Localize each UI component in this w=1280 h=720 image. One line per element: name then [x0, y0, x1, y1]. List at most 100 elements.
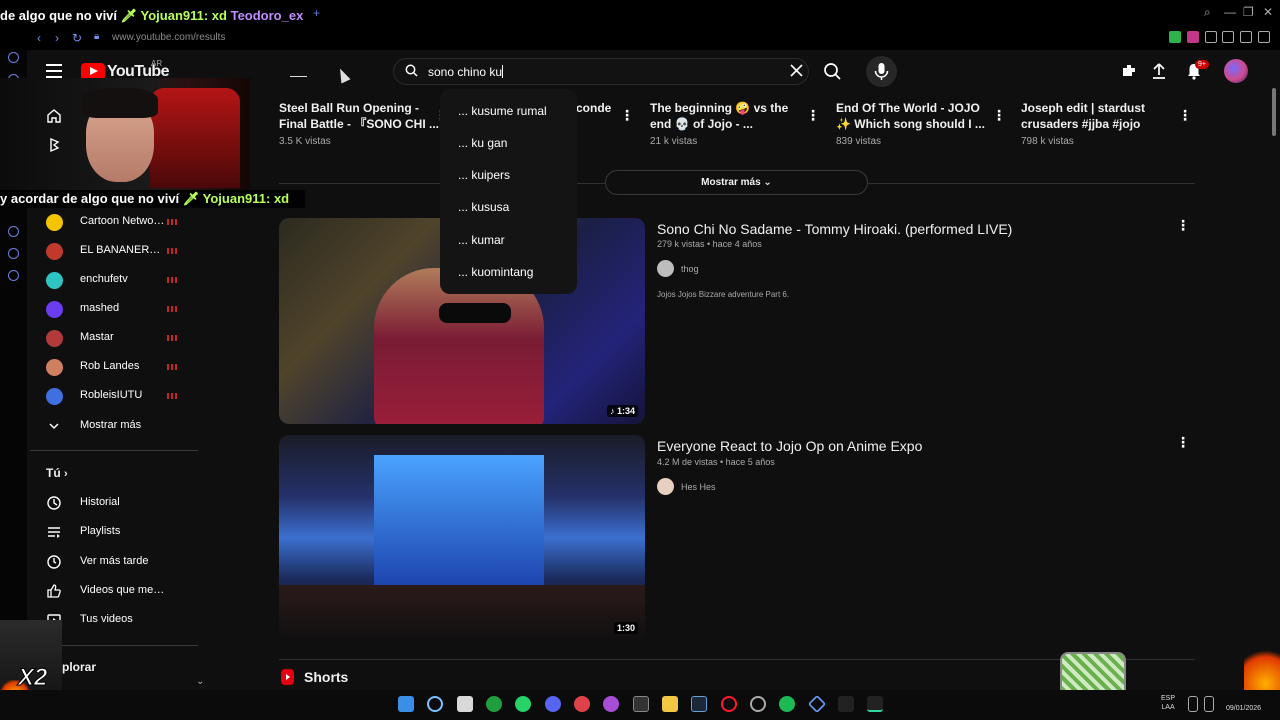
channel-name[interactable]: thog [681, 264, 699, 274]
windows-start-icon[interactable] [398, 696, 414, 712]
more-options-icon[interactable]: ⋮ [1176, 435, 1190, 449]
video-title[interactable]: Sono Chi No Sadame - Tommy Hiroaki. (per… [657, 221, 1012, 237]
history-icon[interactable] [8, 248, 19, 259]
sidebar-item-subscription[interactable]: Mastar [40, 324, 190, 353]
voice-search-button[interactable] [866, 56, 897, 87]
channel-avatar[interactable] [657, 478, 674, 495]
close-window-icon[interactable]: ✕ [1263, 5, 1273, 19]
video-card[interactable]: conde [576, 100, 616, 132]
you-section-title[interactable]: Tú › [46, 466, 68, 480]
video-title[interactable]: conde [576, 100, 616, 132]
url-field[interactable]: www.youtube.com/results [112, 32, 225, 43]
extension-icon[interactable] [1222, 31, 1234, 43]
back-icon[interactable]: ‹ [37, 31, 41, 45]
volume-icon[interactable] [1204, 696, 1214, 712]
search-suggestion[interactable]: ... kuipers [458, 168, 510, 182]
sidebar-item-watch-later[interactable]: Ver más tarde [40, 548, 190, 577]
video-duration: 1:30 [613, 622, 638, 634]
video-title[interactable]: Everyone React to Jojo Op on Anime Expo [657, 438, 922, 454]
discord-icon[interactable] [545, 696, 561, 712]
sidebar-item-subscription[interactable]: RobleisIUTU [40, 382, 190, 411]
page-scrollbar[interactable] [1272, 88, 1276, 136]
search-button[interactable] [820, 58, 844, 85]
upload-icon[interactable] [1150, 62, 1168, 80]
settings-icon[interactable] [8, 270, 19, 281]
channel-avatar[interactable] [657, 260, 674, 277]
video-title[interactable]: The beginning 🤪 vs the end 💀 of Jojo - .… [650, 100, 800, 132]
video-title[interactable]: End Of The World - JOJO ✨ Which song sho… [836, 100, 986, 132]
sidebar-item-history[interactable]: Historial [40, 489, 190, 518]
app-icon[interactable] [603, 696, 619, 712]
extension-icon[interactable] [1205, 31, 1217, 43]
epic-games-icon[interactable] [633, 696, 649, 712]
extension-icon[interactable] [1240, 31, 1252, 43]
more-options-icon[interactable]: ⋮ [1176, 218, 1190, 232]
taskbar-search-icon[interactable] [427, 696, 443, 712]
video-card[interactable]: Steel Ball Run Opening - Final Battle - … [279, 100, 449, 147]
sidebar-item-playlists[interactable]: Playlists [40, 518, 190, 547]
whatsapp-icon[interactable] [515, 696, 531, 712]
minimize-icon[interactable]: — [1224, 5, 1236, 19]
steam-icon[interactable] [691, 696, 707, 712]
channel-name[interactable]: Hes Hes [681, 482, 716, 492]
search-suggestion[interactable]: ... kumar [458, 233, 505, 247]
more-options-icon[interactable]: ⋮ [992, 108, 1006, 122]
search-tabs-icon[interactable]: ⌕ [1204, 5, 1211, 20]
sidebar-item-your-videos[interactable]: Tus videos [40, 606, 190, 635]
app-icon[interactable] [838, 696, 854, 712]
home-icon[interactable] [46, 108, 62, 124]
app-icon[interactable] [750, 696, 766, 712]
sidebar-show-more[interactable]: Mostrar más [40, 412, 190, 441]
menu-icon[interactable] [46, 64, 62, 78]
explore-section-title[interactable]: plorar [62, 660, 96, 674]
file-explorer-icon[interactable] [662, 696, 678, 712]
extension-icon[interactable] [1258, 31, 1270, 43]
video-card[interactable]: End Of The World - JOJO ✨ Which song sho… [836, 100, 986, 147]
sidebar-item-subscription[interactable]: Cartoon Network... [40, 208, 190, 237]
search-suggestion[interactable]: ... ku gan [458, 136, 507, 150]
video-card[interactable]: The beginning 🤪 vs the end 💀 of Jojo - .… [650, 100, 800, 147]
sidebar-item-label: Ver más tarde [80, 555, 149, 567]
app-icon[interactable] [867, 696, 883, 712]
sidebar-item-subscription[interactable]: mashed [40, 295, 190, 324]
more-options-icon[interactable]: ⋮ [806, 108, 820, 122]
sidebar-item-subscription[interactable]: enchufetv [40, 266, 190, 295]
language-indicator[interactable]: ESP LAA [1161, 694, 1175, 712]
sidebar-item-label: Mostrar más [80, 419, 142, 431]
search-suggestion[interactable]: ... kuomintang [458, 265, 533, 279]
app-icon[interactable] [574, 696, 590, 712]
taskbar-date[interactable]: 09/01/2026 [1226, 705, 1261, 712]
opera-gx-icon[interactable] [721, 696, 737, 712]
spotify-icon[interactable] [779, 696, 795, 712]
extension-puzzle-icon[interactable] [1120, 62, 1138, 80]
reload-icon[interactable]: ↻ [72, 31, 82, 45]
video-thumbnail[interactable]: 1:30 [279, 435, 645, 641]
restore-icon[interactable]: ❐ [1243, 5, 1254, 19]
new-tab-button[interactable]: + [313, 6, 320, 20]
video-card[interactable]: Joseph edit | stardust crusaders #jjba #… [1021, 100, 1171, 147]
sidebar-item-subscription[interactable]: Rob Landes [40, 353, 190, 382]
search-suggestion[interactable]: ... kususa [458, 200, 509, 214]
microphone-tray-icon[interactable] [1137, 696, 1147, 712]
xbox-icon[interactable] [486, 696, 502, 712]
video-title[interactable]: Joseph edit | stardust crusaders #jjba #… [1021, 100, 1171, 132]
download-icon[interactable] [1169, 31, 1181, 43]
search-input[interactable]: sono chino ku [428, 65, 504, 79]
more-options-icon[interactable]: ⋮ [1178, 108, 1192, 122]
task-view-icon[interactable] [457, 696, 473, 712]
search-suggestion[interactable]: ... kusume rumal [458, 104, 547, 118]
extension-icon[interactable] [1187, 31, 1199, 43]
shorts-nav-icon[interactable] [46, 137, 62, 153]
forward-icon[interactable]: › [55, 31, 59, 45]
sidebar-shortcut-icon[interactable] [8, 52, 19, 63]
heart-icon[interactable] [8, 226, 19, 237]
account-avatar[interactable] [1224, 59, 1248, 83]
more-options-icon[interactable]: ⋮ [620, 108, 634, 122]
clear-search-icon[interactable] [789, 63, 804, 78]
show-more-button[interactable]: Mostrar más ⌄ [605, 170, 868, 195]
scroll-down-icon[interactable]: ⌄ [196, 676, 204, 687]
sidebar-item-subscription[interactable]: EL BANANERO O... [40, 237, 190, 266]
network-icon[interactable] [1188, 696, 1198, 712]
sidebar-item-liked-videos[interactable]: Videos que me gus... [40, 577, 190, 606]
video-title[interactable]: Steel Ball Run Opening - Final Battle - … [279, 100, 449, 132]
